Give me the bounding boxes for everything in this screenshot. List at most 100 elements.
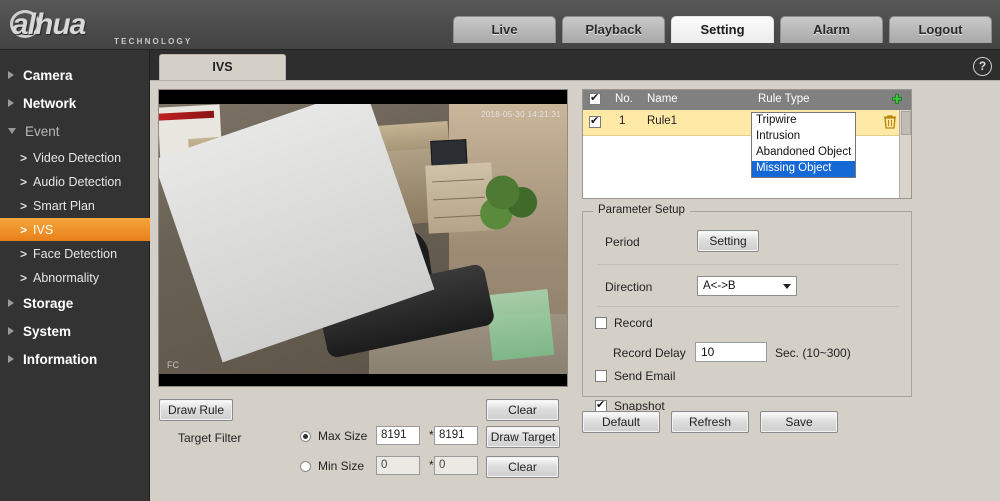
sidebar-item-audio-detection[interactable]: > Audio Detection (0, 170, 149, 193)
sidebar-item-label: Video Detection (33, 150, 122, 165)
record-row: Record (595, 316, 653, 330)
scrollbar-thumb[interactable] (901, 111, 911, 135)
sidebar-item-camera[interactable]: Camera (0, 62, 149, 88)
sidebar-item-label: Storage (23, 295, 74, 311)
content-area: IVS ? 2018-05-30 14:21:31 FC Draw Rule C… (150, 50, 1000, 501)
sidebar-item-label: Event (25, 123, 60, 139)
record-delay-label: Record Delay (613, 346, 686, 360)
chevron-right-icon: > (20, 222, 28, 237)
max-size-label: Max Size (318, 429, 368, 443)
min-size-separator: * (429, 458, 434, 472)
video-scene (159, 104, 567, 374)
table-row[interactable]: 1 Rule1 Tripwire (583, 110, 911, 136)
chevron-right-icon: > (20, 246, 28, 261)
target-filter-label: Target Filter (178, 431, 242, 445)
sidebar-item-information[interactable]: Information (0, 346, 149, 372)
record-checkbox[interactable] (595, 317, 607, 329)
scene-stool (485, 288, 555, 362)
send-email-label: Send Email (614, 369, 676, 383)
brand-name: alhua (12, 8, 86, 41)
direction-select[interactable]: A<->B (697, 276, 797, 296)
chevron-right-icon (8, 327, 14, 335)
nav-tab-setting[interactable]: Setting (671, 16, 774, 43)
video-preview[interactable]: 2018-05-30 14:21:31 FC (158, 89, 568, 387)
min-size-row: Min Size (300, 459, 364, 473)
select-all-checkbox[interactable] (589, 91, 601, 108)
divider (597, 306, 899, 307)
chevron-right-icon (8, 99, 14, 107)
sidebar-item-abnormality[interactable]: > Abnormality (0, 266, 149, 289)
send-email-checkbox[interactable] (595, 370, 607, 382)
sidebar-item-label: IVS (33, 222, 54, 237)
chevron-right-icon: > (20, 270, 28, 285)
min-size-label: Min Size (318, 459, 365, 473)
sidebar-item-storage[interactable]: Storage (0, 290, 149, 316)
sidebar-item-event[interactable]: Event (0, 118, 149, 144)
nav-tab-live[interactable]: Live (453, 16, 556, 43)
rule-type-option-tripwire[interactable]: Tripwire (752, 113, 855, 129)
sidebar-item-label: System (23, 323, 72, 339)
delete-rule-icon[interactable] (883, 114, 897, 130)
period-label: Period (605, 235, 640, 249)
app-header: alhua TECHNOLOGY Live Playback Setting A… (0, 0, 1000, 50)
row-select-checkbox[interactable] (589, 114, 601, 133)
draw-target-button[interactable]: Draw Target (486, 426, 560, 448)
rule-type-dropdown-list[interactable]: Tripwire Intrusion Abandoned Object Miss… (751, 112, 856, 178)
row-name: Rule1 (647, 115, 678, 127)
send-email-row: Send Email (595, 369, 675, 383)
scene-poster-banner (159, 110, 215, 121)
rule-type-option-intrusion[interactable]: Intrusion (752, 129, 855, 145)
period-setting-button[interactable]: Setting (697, 230, 759, 252)
refresh-button[interactable]: Refresh (671, 411, 749, 433)
column-header-no: No. (615, 93, 633, 105)
parameter-setup-legend: Parameter Setup (593, 204, 690, 216)
sidebar-item-label: Abnormality (33, 270, 100, 285)
rule-type-option-missing-object[interactable]: Missing Object (752, 161, 855, 177)
min-width-input[interactable]: 0 (376, 456, 420, 475)
direction-value: A<->B (703, 280, 736, 292)
chevron-right-icon (8, 355, 14, 363)
sidebar-item-label: Camera (23, 67, 73, 83)
rule-table-header: No. Name Rule Type (583, 90, 911, 110)
default-button[interactable]: Default (582, 411, 660, 433)
nav-tab-playback[interactable]: Playback (562, 16, 665, 43)
chevron-right-icon (8, 71, 14, 79)
max-height-input[interactable]: 8191 (434, 426, 478, 445)
record-delay-unit: Sec. (10~300) (775, 346, 851, 360)
sidebar-item-label: Network (23, 95, 77, 111)
record-delay-input[interactable]: 10 (695, 342, 767, 362)
chevron-right-icon: > (20, 198, 28, 213)
sidebar-item-ivs[interactable]: > IVS (0, 218, 150, 241)
add-rule-icon[interactable] (890, 93, 904, 107)
help-icon[interactable]: ? (973, 57, 992, 76)
brand-tagline: TECHNOLOGY (114, 37, 193, 46)
max-size-radio[interactable] (300, 430, 311, 442)
rule-type-option-abandoned-object[interactable]: Abandoned Object (752, 145, 855, 161)
chevron-right-icon (8, 299, 14, 307)
clear-rule-button[interactable]: Clear (486, 399, 559, 421)
scene-plant (477, 166, 541, 232)
sidebar-item-network[interactable]: Network (0, 90, 149, 116)
video-timestamp: 2018-05-30 14:21:31 (481, 110, 561, 119)
nav-tab-alarm[interactable]: Alarm (780, 16, 883, 43)
ivs-panel: 2018-05-30 14:21:31 FC Draw Rule Clear T… (150, 80, 1000, 501)
sidebar-item-label: Audio Detection (33, 174, 122, 189)
sidebar-item-smart-plan[interactable]: > Smart Plan (0, 194, 149, 217)
clear-target-button[interactable]: Clear (486, 456, 559, 478)
nav-tab-logout[interactable]: Logout (889, 16, 992, 43)
tab-ivs[interactable]: IVS (159, 54, 286, 80)
sidebar-item-system[interactable]: System (0, 318, 149, 344)
save-button[interactable]: Save (760, 411, 838, 433)
sidebar-item-label: Face Detection (33, 246, 118, 261)
draw-rule-button[interactable]: Draw Rule (159, 399, 233, 421)
min-size-radio[interactable] (300, 460, 311, 472)
sidebar-item-video-detection[interactable]: > Video Detection (0, 146, 149, 169)
max-width-input[interactable]: 8191 (376, 426, 420, 445)
brand-logo: alhua TECHNOLOGY (10, 4, 250, 48)
column-header-name: Name (647, 93, 678, 105)
sidebar-item-face-detection[interactable]: > Face Detection (0, 242, 149, 265)
min-height-input[interactable]: 0 (434, 456, 478, 475)
chevron-right-icon: > (20, 174, 28, 189)
rule-table-scrollbar[interactable] (899, 110, 911, 198)
parameter-setup-fieldset: Parameter Setup Period Setting Direction… (582, 204, 912, 413)
